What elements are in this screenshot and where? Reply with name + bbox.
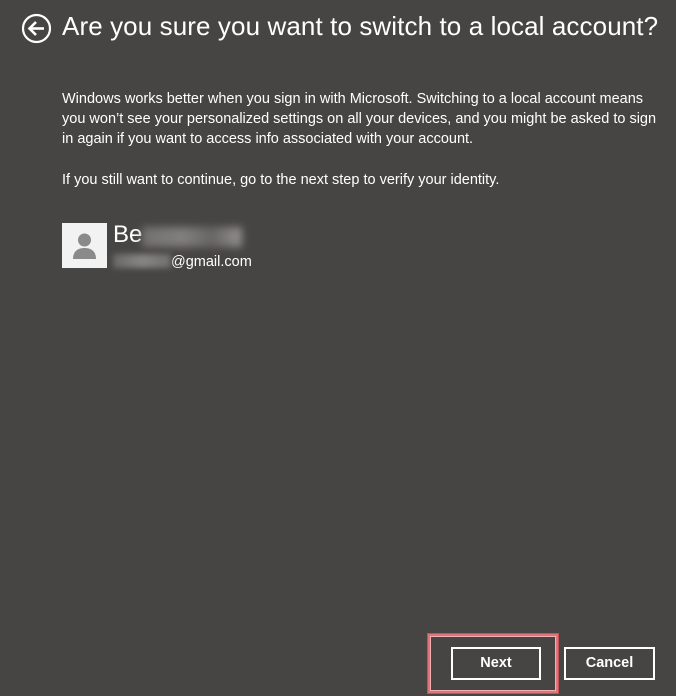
account-email-text: @gmail.com <box>171 254 252 270</box>
page-title: Are you sure you want to switch to a loc… <box>62 11 659 41</box>
account-name-text: Be <box>113 221 143 248</box>
description-text: Windows works better when you sign in wi… <box>62 91 657 147</box>
next-button[interactable]: Next <box>451 647 541 680</box>
user-silhouette-icon <box>73 233 96 259</box>
back-button[interactable] <box>21 13 52 44</box>
account-email: @gmail.com <box>113 253 252 271</box>
continue-instruction-text: If you still want to continue, go to the… <box>62 172 500 188</box>
back-arrow-icon <box>21 13 52 44</box>
redacted-email-blur <box>113 254 171 268</box>
cancel-button[interactable]: Cancel <box>564 647 655 680</box>
redacted-name-blur <box>142 227 242 247</box>
avatar <box>62 223 107 268</box>
account-name: Be <box>113 221 142 249</box>
